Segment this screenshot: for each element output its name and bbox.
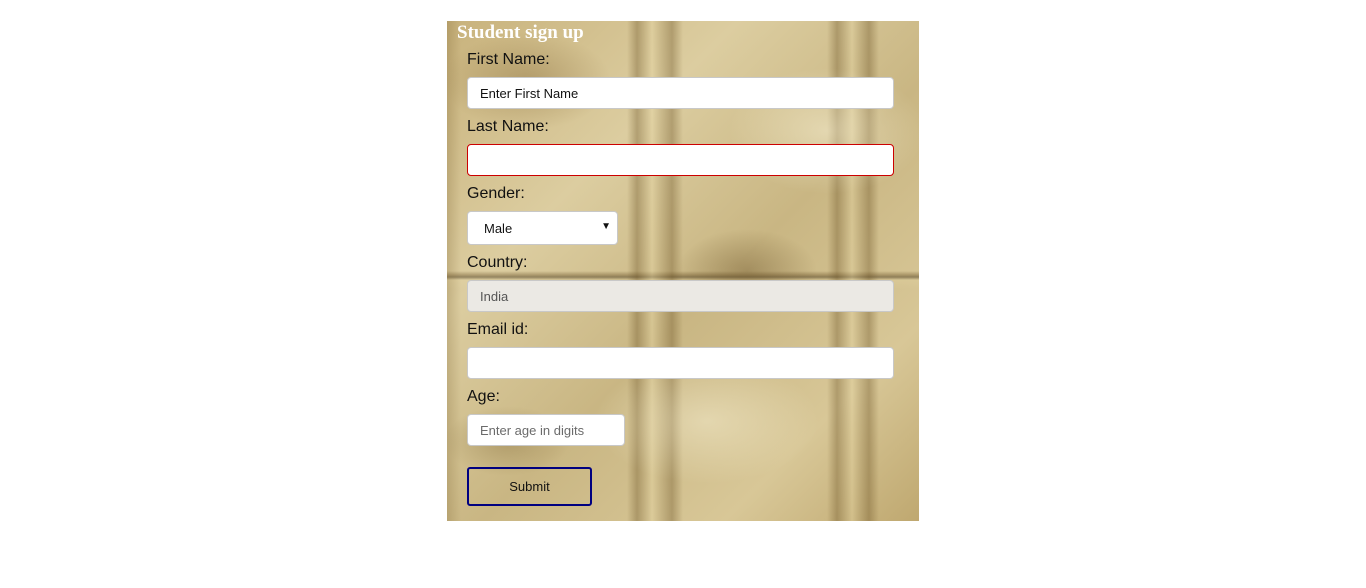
- submit-button[interactable]: Submit: [467, 467, 592, 506]
- form-title: Student sign up: [457, 22, 584, 43]
- gender-select[interactable]: Male ▼: [467, 211, 618, 245]
- first-name-input[interactable]: [467, 77, 894, 109]
- email-input[interactable]: [467, 347, 894, 379]
- email-label: Email id:: [467, 321, 529, 338]
- gender-label: Gender:: [467, 185, 525, 202]
- age-input[interactable]: [467, 414, 625, 446]
- age-label: Age:: [467, 388, 500, 405]
- last-name-label: Last Name:: [467, 118, 549, 135]
- dropdown-arrow-icon: ▼: [601, 221, 611, 232]
- signup-form-panel: Student sign up First Name: Last Name: G…: [447, 21, 919, 521]
- last-name-input[interactable]: [467, 144, 894, 176]
- country-input: [467, 280, 894, 312]
- first-name-label: First Name:: [467, 51, 550, 68]
- gender-selected-value: Male: [484, 221, 513, 236]
- country-label: Country:: [467, 254, 528, 271]
